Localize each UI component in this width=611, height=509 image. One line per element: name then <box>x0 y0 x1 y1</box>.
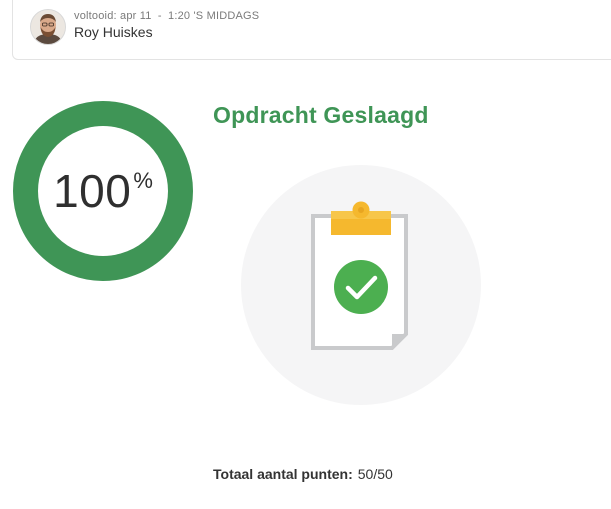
total-points-value: 50/50 <box>357 466 393 482</box>
score-display: 100 % <box>12 100 194 282</box>
score-value: 100 <box>53 165 132 217</box>
completion-status: voltooid: <box>74 10 117 22</box>
clipboard-checkmark-icon <box>241 165 481 405</box>
completion-separator: - <box>157 10 162 22</box>
user-name: Roy Huiskes <box>74 24 153 40</box>
user-avatar[interactable] <box>30 9 66 45</box>
avatar-photo-icon <box>31 10 65 44</box>
total-points-label: Totaal aantal punten: <box>213 466 353 482</box>
result-title: Opdracht Geslaagd <box>213 102 429 128</box>
total-points: Totaal aantal punten: 50/50 <box>213 466 393 482</box>
completion-time: 1:20 'S MIDDAGS <box>168 10 260 22</box>
completion-info: voltooid: apr 11 - 1:20 'S MIDDAGS <box>74 10 259 22</box>
score-percent-symbol: % <box>133 168 153 193</box>
completion-date: apr 11 <box>120 10 152 22</box>
assignment-result-page: voltooid: apr 11 - 1:20 'S MIDDAGS Roy H… <box>0 0 611 509</box>
